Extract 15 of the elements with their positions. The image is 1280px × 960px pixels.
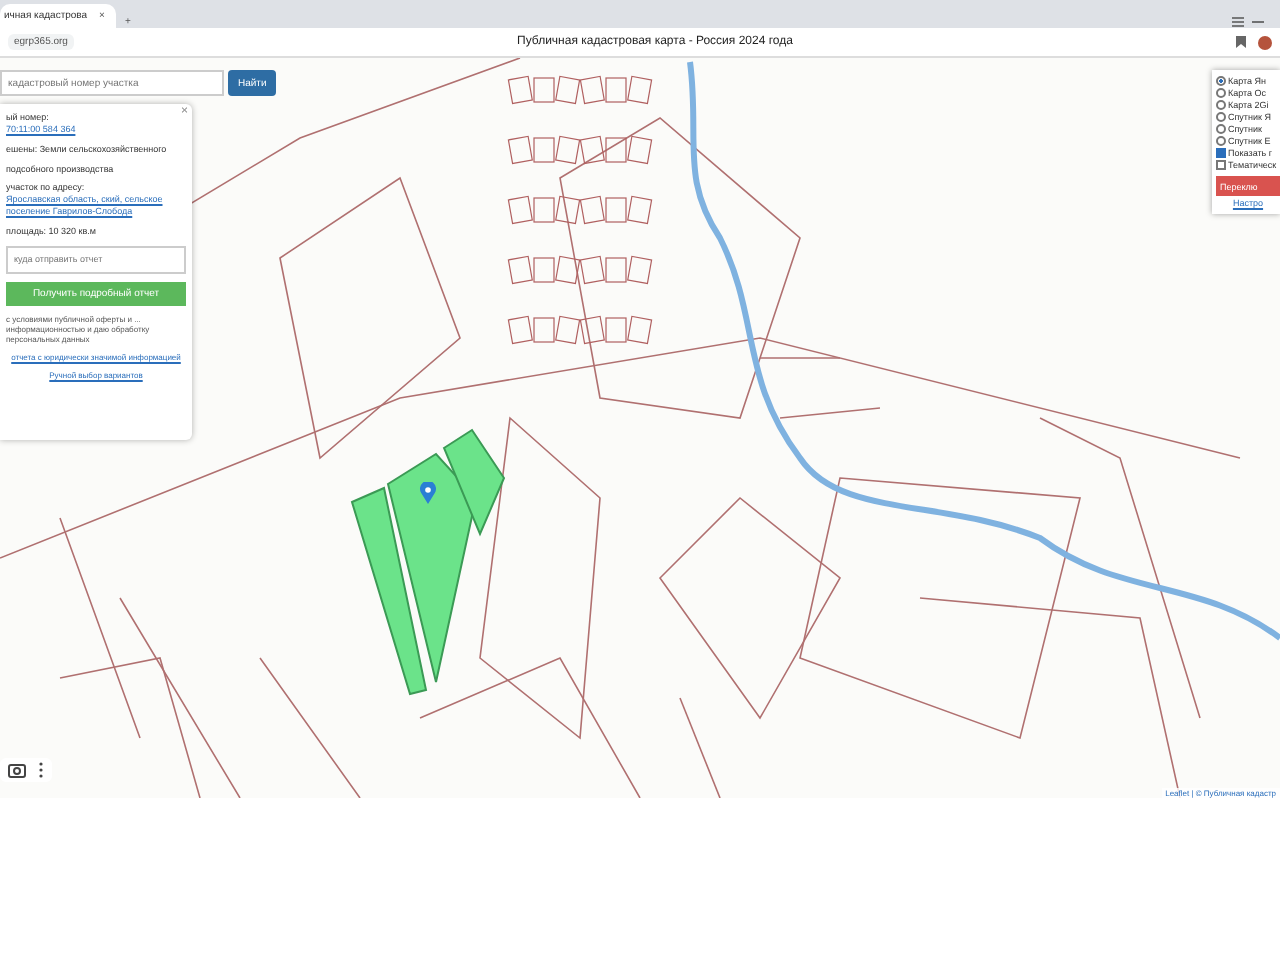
map-marker-icon[interactable]: [420, 482, 436, 504]
radio-icon[interactable]: [1216, 100, 1226, 110]
radio-icon[interactable]: [1216, 88, 1226, 98]
more-icon[interactable]: [38, 762, 44, 778]
profile-icon[interactable]: [1258, 35, 1272, 49]
checkbox-icon[interactable]: [1216, 160, 1226, 170]
bookmark-icon[interactable]: [1236, 36, 1246, 48]
radio-icon[interactable]: [1216, 112, 1226, 122]
radio-icon[interactable]: [1216, 76, 1226, 86]
radio-icon[interactable]: [1216, 136, 1226, 146]
menu-icon[interactable]: [1232, 16, 1244, 28]
camera-icon[interactable]: [8, 762, 26, 778]
minimize-icon[interactable]: [1252, 16, 1264, 28]
checkbox-icon[interactable]: [1216, 148, 1226, 158]
radio-icon[interactable]: [1216, 124, 1226, 134]
